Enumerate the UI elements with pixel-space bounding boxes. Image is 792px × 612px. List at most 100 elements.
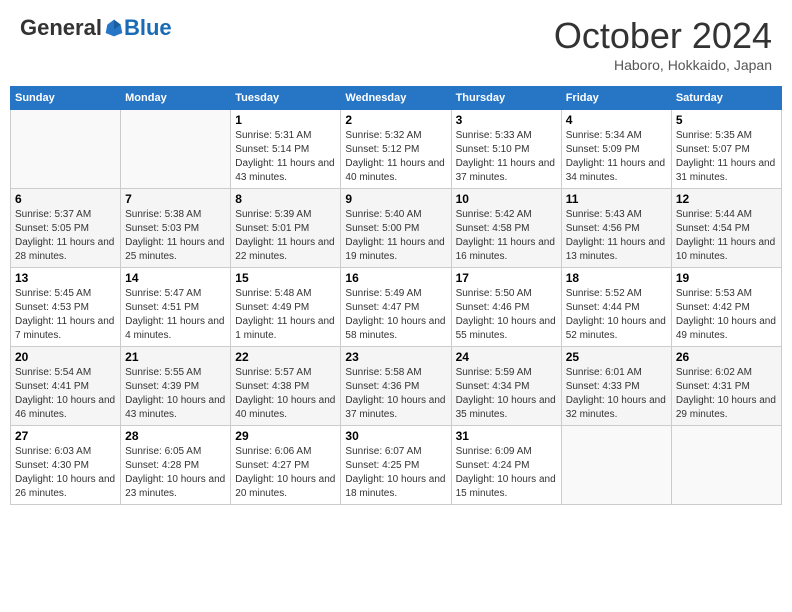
day-number: 13	[15, 271, 116, 285]
page-header: General Blue October 2024 Haboro, Hokkai…	[10, 10, 782, 78]
day-info: Sunrise: 5:40 AMSunset: 5:00 PMDaylight:…	[345, 208, 446, 264]
calendar-cell	[11, 110, 121, 189]
calendar-cell	[121, 110, 231, 189]
title-block: October 2024 Haboro, Hokkaido, Japan	[554, 15, 772, 73]
day-number: 27	[15, 429, 116, 443]
day-number: 12	[676, 192, 777, 206]
day-info: Sunrise: 5:49 AMSunset: 4:47 PMDaylight:…	[345, 287, 446, 343]
day-number: 26	[676, 350, 777, 364]
calendar-header-row: SundayMondayTuesdayWednesdayThursdayFrid…	[11, 87, 782, 110]
calendar-week-row: 20 Sunrise: 5:54 AMSunset: 4:41 PMDayligh…	[11, 347, 782, 426]
calendar-cell: 5Sunrise: 5:35 AMSunset: 5:07 PMDaylight…	[671, 110, 781, 189]
day-info: Sunrise: 6:06 AMSunset: 4:27 PMDaylight:…	[235, 445, 336, 501]
day-info: Sunrise: 5:48 AMSunset: 4:49 PMDaylight:…	[235, 287, 336, 343]
calendar-cell: 13Sunrise: 5:45 AMSunset: 4:53 PMDayligh…	[11, 268, 121, 347]
day-info: Sunrise: 5:31 AMSunset: 5:14 PMDaylight:…	[235, 129, 336, 185]
day-info: Sunrise: 6:05 AMSunset: 4:28 PMDaylight:…	[125, 445, 226, 501]
day-number: 17	[456, 271, 557, 285]
day-number: 29	[235, 429, 336, 443]
day-number: 10	[456, 192, 557, 206]
calendar-week-row: 1 Sunrise: 5:31 AMSunset: 5:14 PMDaylight…	[11, 110, 782, 189]
day-number: 14	[125, 271, 226, 285]
calendar-cell: 28 Sunrise: 6:05 AMSunset: 4:28 PMDayligh…	[121, 426, 231, 505]
calendar-cell: 20 Sunrise: 5:54 AMSunset: 4:41 PMDayligh…	[11, 347, 121, 426]
calendar-cell: 19 Sunrise: 5:53 AMSunset: 4:42 PMDayligh…	[671, 268, 781, 347]
day-number: 16	[345, 271, 446, 285]
day-number: 19	[676, 271, 777, 285]
calendar-cell: 22Sunrise: 5:57 AMSunset: 4:38 PMDayligh…	[231, 347, 341, 426]
column-header-friday: Friday	[561, 87, 671, 110]
day-number: 7	[125, 192, 226, 206]
calendar-cell: 16 Sunrise: 5:49 AMSunset: 4:47 PMDayligh…	[341, 268, 451, 347]
calendar-cell: 18 Sunrise: 5:52 AMSunset: 4:44 PMDayligh…	[561, 268, 671, 347]
calendar-cell	[561, 426, 671, 505]
day-info: Sunrise: 5:44 AMSunset: 4:54 PMDaylight:…	[676, 208, 777, 264]
day-number: 21	[125, 350, 226, 364]
day-number: 18	[566, 271, 667, 285]
calendar-cell: 9Sunrise: 5:40 AMSunset: 5:00 PMDaylight…	[341, 189, 451, 268]
day-info: Sunrise: 5:33 AMSunset: 5:10 PMDaylight:…	[456, 129, 557, 185]
calendar-cell	[671, 426, 781, 505]
calendar-cell: 8 Sunrise: 5:39 AMSunset: 5:01 PMDaylight…	[231, 189, 341, 268]
calendar-table: SundayMondayTuesdayWednesdayThursdayFrid…	[10, 86, 782, 505]
day-info: Sunrise: 5:42 AMSunset: 4:58 PMDaylight:…	[456, 208, 557, 264]
calendar-cell: 26Sunrise: 6:02 AMSunset: 4:31 PMDayligh…	[671, 347, 781, 426]
column-header-tuesday: Tuesday	[231, 87, 341, 110]
column-header-wednesday: Wednesday	[341, 87, 451, 110]
calendar-cell: 2Sunrise: 5:32 AMSunset: 5:12 PMDaylight…	[341, 110, 451, 189]
day-info: Sunrise: 5:34 AMSunset: 5:09 PMDaylight:…	[566, 129, 667, 185]
day-number: 28	[125, 429, 226, 443]
calendar-cell: 1 Sunrise: 5:31 AMSunset: 5:14 PMDaylight…	[231, 110, 341, 189]
day-info: Sunrise: 6:03 AMSunset: 4:30 PMDaylight:…	[15, 445, 116, 501]
day-info: Sunrise: 5:52 AMSunset: 4:44 PMDaylight:…	[566, 287, 667, 343]
day-info: Sunrise: 6:07 AMSunset: 4:25 PMDaylight:…	[345, 445, 446, 501]
day-info: Sunrise: 5:53 AMSunset: 4:42 PMDaylight:…	[676, 287, 777, 343]
day-info: Sunrise: 5:55 AMSunset: 4:39 PMDaylight:…	[125, 366, 226, 422]
calendar-cell: 11Sunrise: 5:43 AMSunset: 4:56 PMDayligh…	[561, 189, 671, 268]
calendar-cell: 15 Sunrise: 5:48 AMSunset: 4:49 PMDayligh…	[231, 268, 341, 347]
day-info: Sunrise: 5:54 AMSunset: 4:41 PMDaylight:…	[15, 366, 116, 422]
calendar-cell: 6 Sunrise: 5:37 AMSunset: 5:05 PMDaylight…	[11, 189, 121, 268]
day-number: 22	[235, 350, 336, 364]
column-header-sunday: Sunday	[11, 87, 121, 110]
month-title: October 2024	[554, 15, 772, 57]
day-number: 31	[456, 429, 557, 443]
day-info: Sunrise: 5:43 AMSunset: 4:56 PMDaylight:…	[566, 208, 667, 264]
calendar-cell: 24 Sunrise: 5:59 AMSunset: 4:34 PMDayligh…	[451, 347, 561, 426]
day-info: Sunrise: 5:59 AMSunset: 4:34 PMDaylight:…	[456, 366, 557, 422]
calendar-cell: 29 Sunrise: 6:06 AMSunset: 4:27 PMDayligh…	[231, 426, 341, 505]
logo-general-text: General	[20, 15, 102, 41]
day-info: Sunrise: 5:58 AMSunset: 4:36 PMDaylight:…	[345, 366, 446, 422]
day-info: Sunrise: 5:39 AMSunset: 5:01 PMDaylight:…	[235, 208, 336, 264]
calendar-cell: 4 Sunrise: 5:34 AMSunset: 5:09 PMDaylight…	[561, 110, 671, 189]
calendar-cell: 25 Sunrise: 6:01 AMSunset: 4:33 PMDayligh…	[561, 347, 671, 426]
calendar-cell: 30Sunrise: 6:07 AMSunset: 4:25 PMDayligh…	[341, 426, 451, 505]
column-header-saturday: Saturday	[671, 87, 781, 110]
day-number: 3	[456, 113, 557, 127]
logo-icon	[104, 18, 124, 38]
calendar-cell: 23 Sunrise: 5:58 AMSunset: 4:36 PMDayligh…	[341, 347, 451, 426]
logo: General Blue	[20, 15, 172, 41]
day-info: Sunrise: 5:37 AMSunset: 5:05 PMDaylight:…	[15, 208, 116, 264]
calendar-cell: 17Sunrise: 5:50 AMSunset: 4:46 PMDayligh…	[451, 268, 561, 347]
day-number: 24	[456, 350, 557, 364]
calendar-cell: 12 Sunrise: 5:44 AMSunset: 4:54 PMDayligh…	[671, 189, 781, 268]
day-info: Sunrise: 5:32 AMSunset: 5:12 PMDaylight:…	[345, 129, 446, 185]
day-number: 1	[235, 113, 336, 127]
calendar-cell: 27 Sunrise: 6:03 AMSunset: 4:30 PMDayligh…	[11, 426, 121, 505]
day-info: Sunrise: 6:01 AMSunset: 4:33 PMDaylight:…	[566, 366, 667, 422]
day-number: 25	[566, 350, 667, 364]
calendar-cell: 10 Sunrise: 5:42 AMSunset: 4:58 PMDayligh…	[451, 189, 561, 268]
calendar-cell: 31 Sunrise: 6:09 AMSunset: 4:24 PMDayligh…	[451, 426, 561, 505]
day-number: 23	[345, 350, 446, 364]
day-info: Sunrise: 6:09 AMSunset: 4:24 PMDaylight:…	[456, 445, 557, 501]
day-number: 6	[15, 192, 116, 206]
day-info: Sunrise: 5:38 AMSunset: 5:03 PMDaylight:…	[125, 208, 226, 264]
location: Haboro, Hokkaido, Japan	[554, 57, 772, 73]
day-number: 4	[566, 113, 667, 127]
calendar-week-row: 6 Sunrise: 5:37 AMSunset: 5:05 PMDaylight…	[11, 189, 782, 268]
day-number: 8	[235, 192, 336, 206]
day-number: 15	[235, 271, 336, 285]
calendar-week-row: 13Sunrise: 5:45 AMSunset: 4:53 PMDayligh…	[11, 268, 782, 347]
day-number: 20	[15, 350, 116, 364]
